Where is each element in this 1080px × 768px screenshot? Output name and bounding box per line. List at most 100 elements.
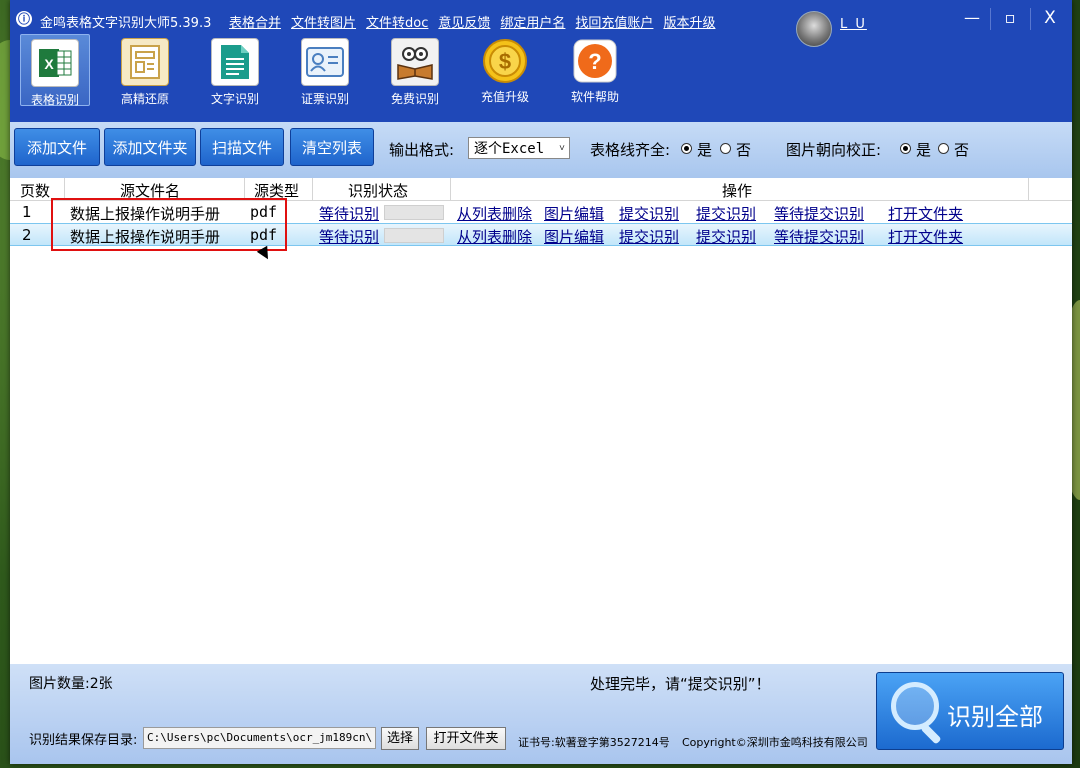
divider (244, 178, 245, 200)
tool-label: 文字识别 (210, 92, 259, 106)
divider (64, 178, 65, 200)
tool-table-recognition[interactable]: X 表格识别 (20, 34, 90, 107)
add-file-button[interactable]: 添加文件 (14, 128, 100, 166)
remove-from-list-link[interactable]: 从列表删除 (457, 203, 532, 224)
coin-icon: $ (482, 38, 528, 84)
title-bar[interactable]: ⓘ 金鸣表格文字识别大师5.39.3 表格合并 文件转图片 文件转doc 意见反… (10, 0, 1072, 47)
add-folder-button[interactable]: 添加文件夹 (104, 128, 196, 166)
remove-from-list-link[interactable]: 从列表删除 (457, 226, 532, 247)
tool-free-recognition[interactable]: 免费识别 (380, 34, 450, 106)
orientation-label: 图片朝向校正: (786, 141, 882, 159)
column-header-operations[interactable]: 操作 (722, 180, 752, 201)
cell-type: pdf (250, 226, 278, 244)
text-document-icon (211, 38, 259, 86)
action-bar: 添加文件 添加文件夹 扫描文件 清空列表 输出格式: 逐个Excel ˅ 表格线… (10, 122, 1072, 178)
table-lines-label: 表格线齐全: (590, 141, 671, 159)
menu-feedback[interactable]: 意见反馈 (438, 12, 490, 31)
submit-recognition-link[interactable]: 提交识别 (696, 226, 756, 247)
wait-submit-link[interactable]: 等待提交识别 (774, 226, 864, 247)
column-header-status[interactable]: 识别状态 (348, 180, 408, 201)
table-row[interactable]: 2 数据上报操作说明手册 pdf 等待识别 从列表删除 图片编辑 提交识别 提交… (10, 223, 1072, 246)
menu-bind-username[interactable]: 绑定用户名 (500, 12, 565, 31)
choose-dir-button[interactable]: 选择 (381, 727, 419, 750)
clear-list-button[interactable]: 清空列表 (290, 128, 374, 166)
owl-book-icon (391, 38, 439, 86)
progress-bar (384, 205, 444, 220)
open-folder-link[interactable]: 打开文件夹 (888, 226, 963, 247)
image-count: 图片数量:2张 (29, 676, 113, 692)
help-icon: ? (572, 38, 618, 84)
tool-label: 免费识别 (390, 92, 439, 106)
tool-label: 软件帮助 (570, 90, 619, 104)
username-link[interactable]: L U (840, 17, 867, 32)
chevron-down-icon: ˅ (558, 143, 565, 154)
open-folder-link[interactable]: 打开文件夹 (888, 203, 963, 224)
menu-upgrade[interactable]: 版本升级 (663, 12, 715, 31)
cell-filename: 数据上报操作说明手册 (70, 228, 221, 246)
avatar[interactable] (796, 11, 832, 47)
divider (990, 8, 991, 30)
menu-file-to-doc[interactable]: 文件转doc (366, 12, 428, 31)
cell-filename: 数据上报操作说明手册 (70, 205, 221, 223)
magnifier-handle (920, 723, 942, 745)
top-menu: 表格合并 文件转图片 文件转doc 意见反馈 绑定用户名 找回充值账户 版本升级 (229, 12, 715, 31)
minimize-button[interactable]: — (954, 6, 990, 30)
cell-type: pdf (250, 203, 278, 221)
tool-label: 证票识别 (300, 92, 349, 106)
column-header-type[interactable]: 源类型 (254, 180, 299, 201)
orientation-no-radio[interactable] (938, 143, 949, 154)
output-format-select[interactable]: 逐个Excel ˅ (468, 137, 570, 159)
wait-submit-link[interactable]: 等待提交识别 (774, 203, 864, 224)
radio-label: 是 (916, 141, 932, 159)
submit-recognition-link[interactable]: 提交识别 (619, 203, 679, 224)
maximize-button[interactable]: ▫ (992, 6, 1028, 30)
app-window: ⓘ 金鸣表格文字识别大师5.39.3 表格合并 文件转图片 文件转doc 意见反… (10, 0, 1072, 764)
copyright-text: Copyright©深圳市金鸣科技有限公司 (682, 736, 868, 749)
menu-merge-tables[interactable]: 表格合并 (229, 12, 281, 31)
divider (1028, 178, 1029, 200)
open-folder-button[interactable]: 打开文件夹 (426, 727, 506, 750)
tool-label: 高精还原 (120, 92, 169, 106)
radio-label: 否 (954, 141, 970, 159)
status-message: 处理完毕，请“提交识别”！ (590, 675, 771, 693)
divider (450, 178, 451, 200)
scan-file-button[interactable]: 扫描文件 (200, 128, 284, 166)
svg-text:?: ? (588, 49, 601, 74)
recognize-all-button[interactable]: 识别全部 (876, 672, 1064, 750)
tool-label: 充值升级 (480, 90, 529, 104)
menu-recover-account[interactable]: 找回充值账户 (575, 12, 653, 31)
submit-recognition-link[interactable]: 提交识别 (696, 203, 756, 224)
tool-high-precision-restore[interactable]: 高精还原 (110, 34, 180, 106)
divider (1030, 8, 1031, 30)
column-header-filename[interactable]: 源文件名 (120, 180, 180, 201)
radio-label: 是 (697, 141, 713, 159)
close-button[interactable]: X (1032, 6, 1068, 30)
output-format-value: 逐个Excel (474, 141, 545, 157)
status-link[interactable]: 等待识别 (319, 203, 379, 224)
divider (312, 178, 313, 200)
magnifier-icon (891, 682, 939, 730)
tool-label: 表格识别 (30, 93, 79, 107)
table-lines-no-radio[interactable] (720, 143, 731, 154)
id-card-icon (301, 38, 349, 86)
status-link[interactable]: 等待识别 (319, 226, 379, 247)
table-header: 页数 源文件名 源类型 识别状态 操作 (10, 178, 1072, 201)
menu-file-to-image[interactable]: 文件转图片 (291, 12, 356, 31)
certificate-number: 证书号:软著登字第3527214号 (518, 736, 670, 749)
image-edit-link[interactable]: 图片编辑 (544, 203, 604, 224)
file-table: 页数 源文件名 源类型 识别状态 操作 1 数据上报操作说明手册 pdf 等待识… (10, 178, 1072, 664)
table-lines-yes-radio[interactable] (681, 143, 692, 154)
orientation-yes-radio[interactable] (900, 143, 911, 154)
image-edit-link[interactable]: 图片编辑 (544, 226, 604, 247)
tool-software-help[interactable]: ? 软件帮助 (560, 34, 630, 106)
tool-text-recognition[interactable]: 文字识别 (200, 34, 270, 106)
table-row[interactable]: 1 数据上报操作说明手册 pdf 等待识别 从列表删除 图片编辑 提交识别 提交… (10, 201, 1072, 224)
svg-text:X: X (44, 56, 54, 72)
tool-id-recognition[interactable]: 证票识别 (290, 34, 360, 106)
submit-recognition-link[interactable]: 提交识别 (619, 226, 679, 247)
document-layout-icon (121, 38, 169, 86)
save-dir-input[interactable]: C:\Users\pc\Documents\ocr_jm189cn\ (143, 727, 376, 749)
excel-icon: X (31, 39, 79, 87)
tool-recharge-upgrade[interactable]: $ 充值升级 (470, 34, 540, 106)
column-header-page[interactable]: 页数 (20, 180, 50, 201)
